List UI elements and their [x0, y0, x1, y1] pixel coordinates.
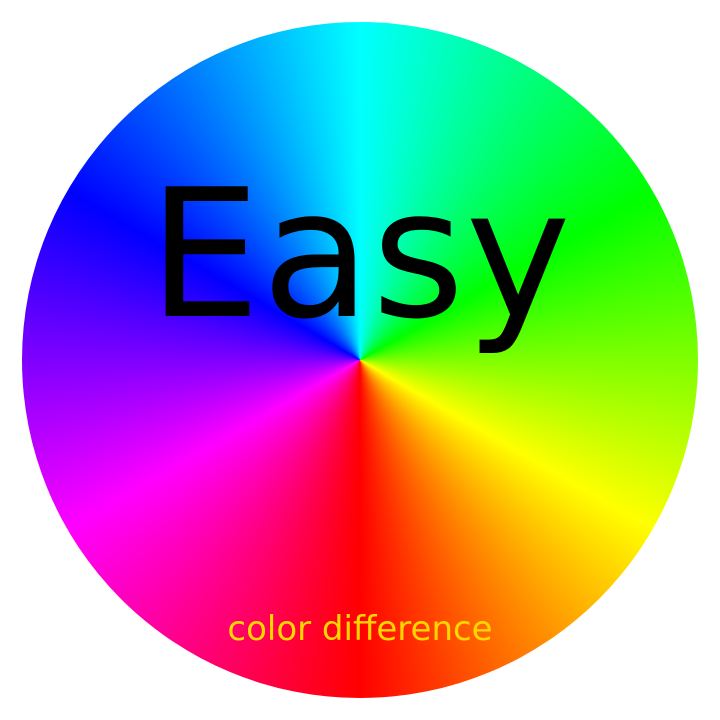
hue-color-wheel-icon	[22, 22, 698, 698]
caption: color difference	[227, 609, 493, 649]
poster: Easy color difference	[0, 0, 720, 720]
headline: Easy	[148, 151, 572, 358]
